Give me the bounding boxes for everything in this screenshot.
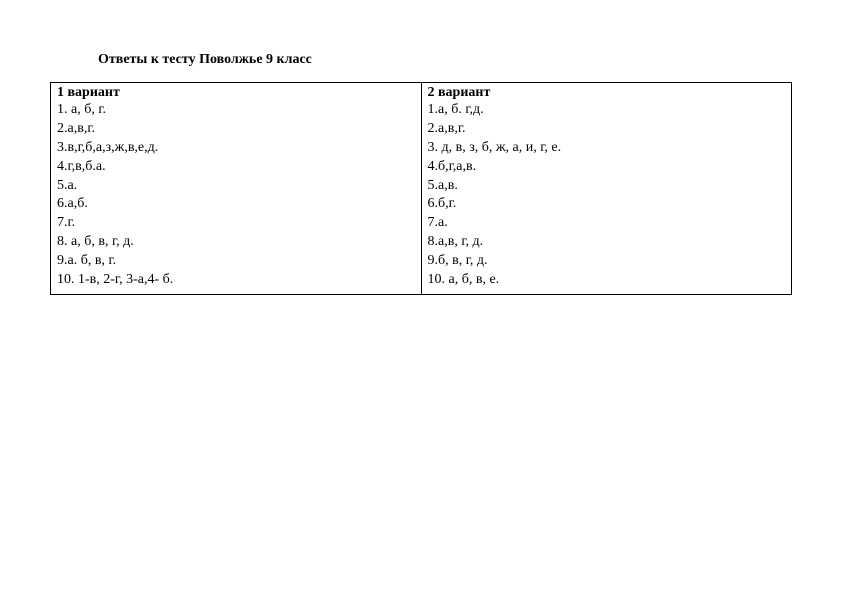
variant2-line: 2.а,в,г. xyxy=(428,120,786,139)
variant1-line: 9.а. б, в, г. xyxy=(57,252,415,271)
variant1-line: 10. 1-в, 2-г, 3-а,4- б. xyxy=(57,271,415,290)
variant2-line: 3. д, в, з, б, ж, а, и, г, е. xyxy=(428,139,786,158)
variant1-header: 1 вариант xyxy=(57,85,415,101)
variant1-line: 3.в,г,б,а,з,ж,в,е,д. xyxy=(57,139,415,158)
variant2-header: 2 вариант xyxy=(428,85,786,101)
variant2-line: 5.а,в. xyxy=(428,177,786,196)
variant2-line: 10. а, б, в, е. xyxy=(428,271,786,290)
variant1-line: 4.г,в,б.а. xyxy=(57,158,415,177)
variant2-line: 4.б,г,а,в. xyxy=(428,158,786,177)
variant2-line: 1.а, б. г,д. xyxy=(428,101,786,120)
variant2-cell: 2 вариант 1.а, б. г,д. 2.а,в,г. 3. д, в,… xyxy=(421,83,792,295)
variant2-line: 9.б, в, г, д. xyxy=(428,252,786,271)
variant2-line: 7.а. xyxy=(428,214,786,233)
variant1-line: 7.г. xyxy=(57,214,415,233)
variant1-line: 2.а,в,г. xyxy=(57,120,415,139)
variant2-line: 8.а,в, г, д. xyxy=(428,233,786,252)
variant1-line: 5.а. xyxy=(57,177,415,196)
variant2-line: 6.б,г. xyxy=(428,195,786,214)
answers-table: 1 вариант 1. а, б, г. 2.а,в,г. 3.в,г,б,а… xyxy=(50,82,792,295)
variant1-line: 8. а, б, в, г, д. xyxy=(57,233,415,252)
variant1-line: 6.а,б. xyxy=(57,195,415,214)
variant1-cell: 1 вариант 1. а, б, г. 2.а,в,г. 3.в,г,б,а… xyxy=(51,83,422,295)
variant1-line: 1. а, б, г. xyxy=(57,101,415,120)
document-title: Ответы к тесту Поволжье 9 класс xyxy=(98,52,792,68)
